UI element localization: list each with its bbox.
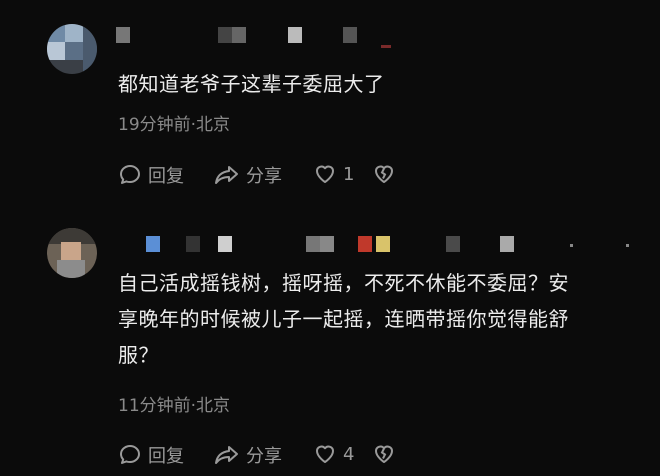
comment-bubble-icon [118,163,142,187]
comment-meta: 11分钟前·北京 [118,396,231,416]
dislike-button[interactable] [372,162,396,186]
comment-bubble-icon [118,443,142,467]
comment-actions: 回复 分享 1 [118,162,418,190]
like-button[interactable]: 1 [313,162,354,186]
reply-button[interactable]: 回复 [118,442,184,468]
comment-text-line: 服？ [118,343,159,367]
share-arrow-icon [214,443,240,467]
comment-text-line: 自己活成摇钱树，摇呀摇，不死不休能不委屈？安 [118,271,569,295]
share-label: 分享 [246,446,282,467]
heart-icon [313,162,337,186]
like-button[interactable]: 4 [313,442,354,466]
avatar[interactable] [47,228,97,278]
share-label: 分享 [246,166,282,187]
reply-button[interactable]: 回复 [118,162,184,188]
comment-text: 自己活成摇钱树，摇呀摇，不死不休能不委屈？安 享晚年的时候被儿子一起摇，连晒带摇… [118,265,638,373]
reply-label: 回复 [148,166,184,187]
comment-text: 都知道老爷子这辈子委屈大了 [118,72,385,96]
comment-actions: 回复 分享 4 [118,442,418,470]
comment-meta: 19分钟前·北京 [118,115,231,135]
avatar[interactable] [47,24,97,74]
share-button[interactable]: 分享 [214,442,282,468]
broken-heart-icon [372,162,396,186]
share-arrow-icon [214,163,240,187]
like-count: 4 [343,443,355,465]
comment-text-line: 享晚年的时候被儿子一起摇，连晒带摇你觉得能舒 [118,307,569,331]
reply-label: 回复 [148,446,184,467]
dislike-button[interactable] [372,442,396,466]
broken-heart-icon [372,442,396,466]
username-redacted[interactable] [116,236,656,256]
like-count: 1 [343,163,355,185]
share-button[interactable]: 分享 [214,162,282,188]
username-redacted[interactable] [116,27,406,48]
heart-icon [313,442,337,466]
